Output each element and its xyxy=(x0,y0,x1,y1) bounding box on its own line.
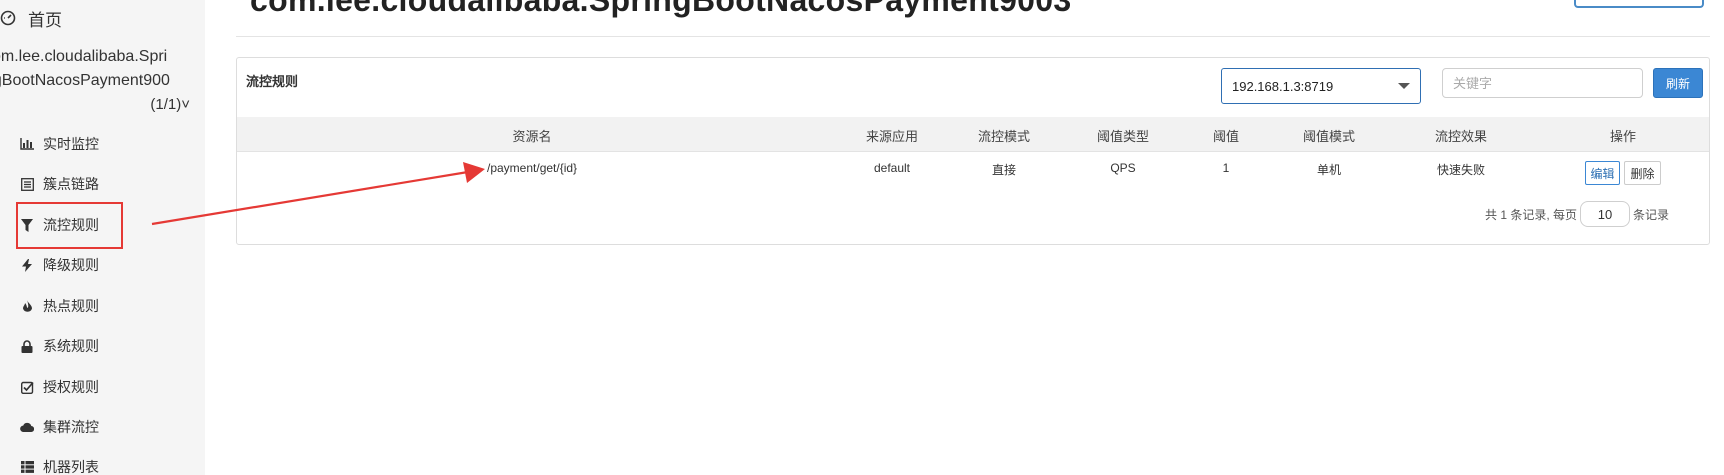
column-header: 阈值类型 xyxy=(1096,129,1150,144)
cell-control-behavior: 快速失败 xyxy=(1436,163,1486,177)
sidebar-item-cluster-point-link[interactable]: 簇点链路 xyxy=(20,166,99,202)
machine-select-value: 192.168.1.3:8719 xyxy=(1232,78,1334,94)
flow-rules-panel: 流控规则 192.168.1.3:8719 刷新 资源名 来源应用 流控模式 阈… xyxy=(236,57,1710,245)
dashboard-icon xyxy=(0,10,16,26)
cell-resource: /payment/get/{id} xyxy=(487,161,578,175)
edit-button[interactable]: 编辑 xyxy=(1585,161,1620,185)
sidebar-item-home[interactable]: 首页 xyxy=(0,4,62,32)
column-header: 操作 xyxy=(1609,129,1637,144)
cloud-icon xyxy=(20,420,34,434)
delete-button[interactable]: 删除 xyxy=(1624,161,1661,185)
cell-cluster-mode: 单机 xyxy=(1316,163,1342,177)
lock-icon xyxy=(20,339,34,353)
sidebar-item-label: 授权规则 xyxy=(43,379,99,395)
sidebar-item-system-rules[interactable]: 系统规则 xyxy=(20,328,99,364)
column-header: 资源名 xyxy=(512,129,552,144)
machine-select[interactable]: 192.168.1.3:8719 xyxy=(1221,68,1421,104)
cell-grade: QPS xyxy=(1110,161,1136,175)
refresh-button[interactable]: 刷新 xyxy=(1653,68,1703,98)
sidebar-item-label: 簇点链路 xyxy=(43,176,99,192)
table-row: /payment/get/{id} default 直接 QPS 1 单机 快速… xyxy=(237,152,1709,192)
cell-count: 1 xyxy=(1222,161,1230,175)
app-name-line: ngBootNacosPayment900 xyxy=(0,72,170,89)
panel-title: 流控规则 xyxy=(246,74,299,89)
column-header: 来源应用 xyxy=(865,129,919,144)
sidebar-item-degrade-rules[interactable]: 降级规则 xyxy=(20,247,99,283)
column-header: 阈值 xyxy=(1212,129,1240,144)
th-list-icon xyxy=(20,460,34,474)
search-input[interactable] xyxy=(1442,68,1643,98)
flash-icon xyxy=(20,258,34,272)
annotation-highlight-box xyxy=(16,202,123,249)
pager-suffix-text: 条记录 xyxy=(1633,207,1670,222)
sidebar-item-authority-rules[interactable]: 授权规则 xyxy=(20,369,99,405)
sidebar-item-label: 降级规则 xyxy=(43,257,99,273)
app-selector[interactable]: com.lee.cloudalibaba.Spri ngBootNacosPay… xyxy=(0,45,200,117)
top-right-button[interactable] xyxy=(1574,0,1704,8)
sidebar-item-realtime-monitor[interactable]: 实时监控 xyxy=(20,126,99,162)
list-icon xyxy=(20,177,34,191)
page-size-input[interactable]: 10 xyxy=(1580,201,1631,227)
column-header: 流控模式 xyxy=(977,129,1031,144)
fire-icon xyxy=(20,299,34,313)
page-title: com.lee.cloudalibaba.SpringBootNacosPaym… xyxy=(250,0,1072,18)
app-name-line: com.lee.cloudalibaba.Spri xyxy=(0,48,168,65)
chevron-down-icon: ˅ xyxy=(181,96,190,113)
bar-chart-icon xyxy=(20,137,34,151)
sidebar-item-label: 机器列表 xyxy=(43,459,99,475)
column-header: 流控效果 xyxy=(1434,129,1488,144)
cell-limit-app: default xyxy=(873,161,911,175)
pager-total-text: 共 1 条记录, 每页 xyxy=(1485,207,1578,222)
cell-strategy: 直接 xyxy=(991,163,1017,177)
sidebar-item-label: 集群流控 xyxy=(43,419,99,435)
sidebar-item-label: 实时监控 xyxy=(43,136,99,152)
sidebar-item-cluster-flow[interactable]: 集群流控 xyxy=(20,409,99,445)
sidebar: 首页 com.lee.cloudalibaba.Spri ngBootNacos… xyxy=(0,0,205,475)
app-instance-count: (1/1)˅ xyxy=(150,96,190,113)
sidebar-item-label: 首页 xyxy=(28,10,62,30)
sidebar-item-label: 热点规则 xyxy=(43,298,99,314)
check-icon xyxy=(20,380,34,394)
column-header: 阈值模式 xyxy=(1302,129,1356,144)
divider xyxy=(236,36,1710,37)
sidebar-item-label: 系统规则 xyxy=(43,338,99,354)
table-header: 资源名 来源应用 流控模式 阈值类型 阈值 阈值模式 流控效果 操作 xyxy=(237,117,1709,152)
caret-down-icon xyxy=(1398,83,1410,89)
sidebar-item-machine-list[interactable]: 机器列表 xyxy=(20,449,99,475)
pagination: 共 1 条记录, 每页 10 条记录 xyxy=(1485,200,1669,228)
sidebar-item-hot-param-rules[interactable]: 热点规则 xyxy=(20,288,99,324)
